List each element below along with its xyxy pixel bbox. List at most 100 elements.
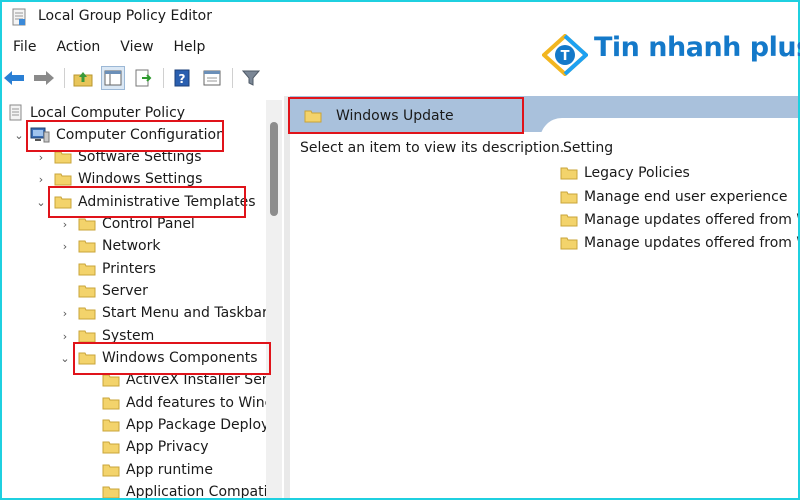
tree-item-start-menu-and-taskbar[interactable]: › Start Menu and Taskbar — [58, 302, 266, 324]
tree-item-windows-settings[interactable]: › Windows Settings — [34, 168, 203, 190]
toolbar-separator — [163, 68, 164, 88]
folder-icon — [78, 307, 96, 320]
chevron-right-icon[interactable]: › — [58, 235, 72, 257]
computer-icon — [30, 127, 50, 143]
folder-icon — [78, 218, 96, 231]
folder-icon — [78, 240, 96, 253]
details-header-title: Windows Update — [336, 108, 454, 124]
tree-item-label: Add features to Winc — [126, 395, 266, 411]
folder-icon — [78, 330, 96, 343]
folder-icon — [78, 263, 96, 276]
show-hide-tree-button[interactable] — [101, 66, 125, 90]
chevron-right-icon[interactable]: › — [58, 325, 72, 347]
tree-item-server[interactable]: Server — [58, 280, 148, 302]
setting-row-manage-updates-2[interactable]: Manage updates offered from Wi — [560, 232, 798, 254]
chevron-right-icon[interactable]: › — [58, 213, 72, 235]
chevron-right-icon[interactable]: › — [58, 302, 72, 324]
tree-item-label: ActiveX Installer Servi — [126, 372, 266, 388]
tree-item-label: Software Settings — [78, 149, 202, 165]
filter-button[interactable] — [239, 66, 263, 90]
setting-column-header[interactable]: Setting — [563, 140, 613, 156]
folder-icon — [54, 173, 72, 186]
folder-icon — [102, 464, 120, 477]
export-list-icon — [135, 69, 152, 87]
folder-icon — [102, 486, 120, 498]
svg-text:T: T — [561, 49, 570, 64]
folder-icon — [102, 374, 120, 387]
tree-item-windows-components[interactable]: ⌄ Windows Components — [58, 347, 258, 369]
chevron-right-icon[interactable]: › — [34, 146, 48, 168]
policy-document-icon — [9, 104, 22, 121]
menu-help[interactable]: Help — [164, 37, 216, 59]
tree-item-label: App Privacy — [126, 439, 209, 455]
tree-item-system[interactable]: › System — [58, 325, 154, 347]
tree-item-printers[interactable]: Printers — [58, 258, 156, 280]
chevron-down-icon[interactable]: ⌄ — [34, 191, 48, 213]
folder-icon — [54, 196, 72, 209]
export-list-button[interactable] — [131, 66, 155, 90]
toolbar: ? — [2, 64, 522, 92]
tree-item-software-settings[interactable]: › Software Settings — [34, 146, 202, 168]
tree-item-label: Local Computer Policy — [30, 105, 186, 121]
tree-item-label: Server — [102, 283, 148, 299]
tree-item-network[interactable]: › Network — [58, 235, 161, 257]
tinnhanhplus-logo: T Tin nhanh plus — [538, 30, 800, 80]
setting-row-legacy-policies[interactable]: Legacy Policies — [560, 162, 690, 184]
tree-item-label: Start Menu and Taskbar — [102, 305, 266, 321]
tree-item-app-privacy[interactable]: App Privacy — [82, 436, 209, 458]
folder-icon — [560, 237, 578, 250]
logo-text: Tin nhanh plus — [594, 32, 800, 63]
forward-button[interactable] — [32, 66, 56, 90]
folder-icon — [78, 352, 96, 365]
tree-item-control-panel[interactable]: › Control Panel — [58, 213, 195, 235]
back-arrow-icon — [4, 71, 24, 85]
setting-row-manage-end-user-experience[interactable]: Manage end user experience — [560, 186, 787, 208]
folder-icon — [78, 285, 96, 298]
toolbar-separator — [64, 68, 65, 88]
setting-row-manage-updates-1[interactable]: Manage updates offered from Wi — [560, 209, 798, 231]
folder-icon — [102, 419, 120, 432]
tree-item-administrative-templates[interactable]: ⌄ Administrative Templates — [34, 191, 255, 213]
chevron-down-icon[interactable]: ⌄ — [58, 347, 72, 369]
forward-arrow-icon — [34, 71, 54, 85]
details-pane: Windows Update Select an item to view it… — [290, 96, 798, 498]
tree-item-label: Application Compatit — [126, 484, 266, 498]
folder-icon — [560, 191, 578, 204]
tree-item-label: Windows Components — [102, 350, 258, 366]
item-description: Select an item to view its description. — [300, 140, 565, 156]
tree-scrollbar-thumb[interactable] — [270, 122, 278, 216]
menu-file[interactable]: File — [2, 37, 46, 59]
menu-view[interactable]: View — [110, 37, 163, 59]
properties-view-button[interactable] — [200, 66, 224, 90]
logo-badge-icon: T — [542, 34, 588, 76]
properties-view-icon — [203, 70, 221, 86]
setting-row-label: Manage updates offered from Wi — [584, 212, 798, 228]
up-one-level-button[interactable] — [71, 66, 95, 90]
filter-icon — [242, 70, 260, 86]
tree-item-computer-configuration[interactable]: ⌄ Computer Configuration — [12, 124, 225, 146]
tree-item-local-computer-policy[interactable]: Local Computer Policy — [6, 102, 185, 124]
menu-bar: File Action View Help — [2, 37, 215, 59]
tree-item-application-compatibility[interactable]: Application Compatit — [82, 481, 266, 498]
tree-item-activex-installer-service[interactable]: ActiveX Installer Servi — [82, 369, 266, 391]
navigation-tree: Local Computer Policy ⌄ Computer Configu… — [2, 100, 266, 498]
tree-item-label: System — [102, 328, 155, 344]
help-icon: ? — [174, 69, 190, 87]
folder-icon — [102, 397, 120, 410]
chevron-down-icon[interactable]: ⌄ — [12, 124, 26, 146]
tree-item-app-package-deployment[interactable]: App Package Deployr — [82, 414, 266, 436]
tree-item-add-features[interactable]: Add features to Winc — [82, 392, 266, 414]
tree-item-label: Computer Configuration — [56, 127, 225, 143]
title-bar: Local Group Policy Editor — [2, 2, 798, 32]
folder-icon — [560, 167, 578, 180]
back-button[interactable] — [2, 66, 26, 90]
window-title: Local Group Policy Editor — [38, 8, 212, 24]
tree-item-label: App Package Deployr — [126, 417, 266, 433]
policy-editor-icon — [12, 8, 26, 26]
chevron-right-icon[interactable]: › — [34, 168, 48, 190]
svg-text:?: ? — [179, 72, 186, 86]
menu-action[interactable]: Action — [46, 37, 110, 59]
help-button[interactable]: ? — [170, 66, 194, 90]
show-hide-tree-icon — [104, 70, 122, 86]
tree-item-app-runtime[interactable]: App runtime — [82, 459, 213, 481]
